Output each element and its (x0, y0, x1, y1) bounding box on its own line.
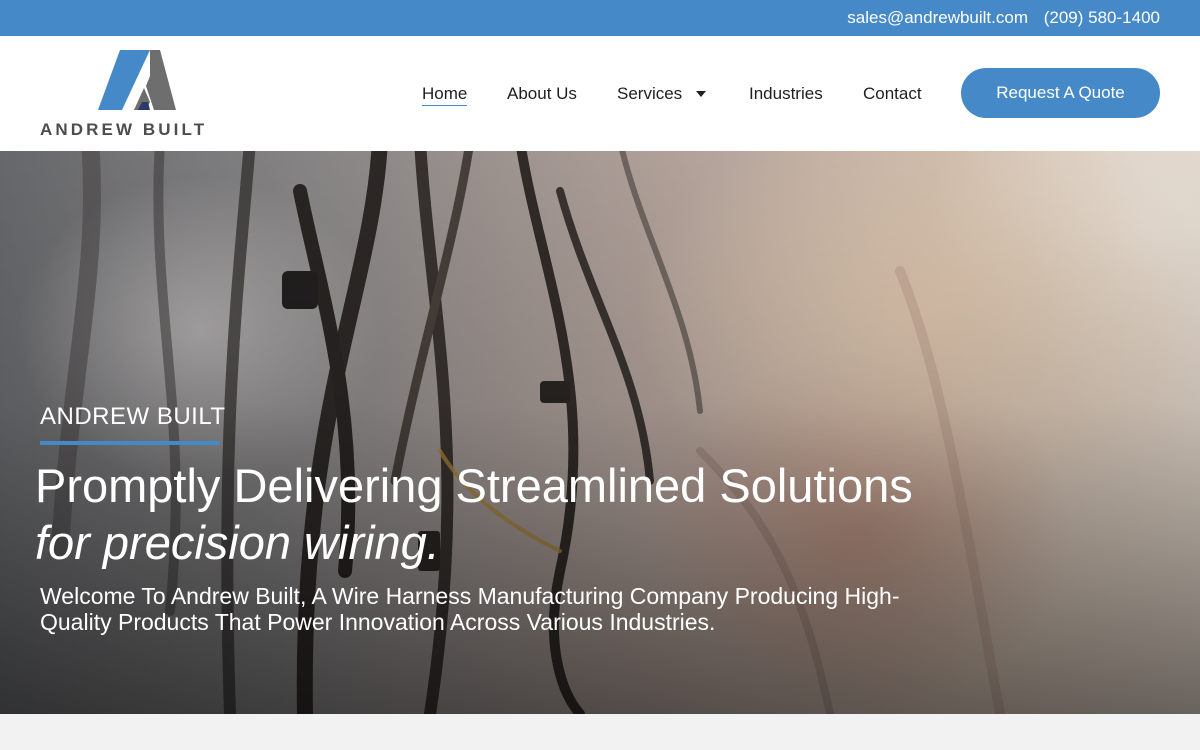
nav-services[interactable]: Services (617, 84, 707, 104)
hero-subtext: Welcome To Andrew Built, A Wire Harness … (40, 583, 900, 635)
phone-link[interactable]: (209) 580-1400 (1044, 8, 1160, 28)
headline-line-2: for precision wiring. (35, 516, 440, 569)
nav-home[interactable]: Home (422, 84, 468, 106)
nav-about-us[interactable]: About Us (507, 84, 577, 104)
site-header: ANDREW BUILT Home About Us Services Indu… (0, 36, 1200, 151)
hero-headline: Promptly Delivering Streamlined Solution… (35, 457, 913, 571)
caret-down-icon (696, 90, 707, 97)
nav-services-label: Services (617, 84, 683, 103)
hero-eyebrow: ANDREW BUILT (40, 403, 226, 430)
nav-industries[interactable]: Industries (749, 84, 823, 104)
email-link[interactable]: sales@andrewbuilt.com (847, 8, 1028, 28)
request-quote-button[interactable]: Request A Quote (961, 68, 1160, 118)
hero-section: ANDREW BUILT Promptly Delivering Streaml… (0, 151, 1200, 714)
nav-contact[interactable]: Contact (863, 84, 922, 104)
eyebrow-underline (40, 441, 220, 445)
headline-line-1: Promptly Delivering Streamlined Solution… (35, 459, 913, 512)
contact-bar: sales@andrewbuilt.com (209) 580-1400 (0, 0, 1200, 36)
